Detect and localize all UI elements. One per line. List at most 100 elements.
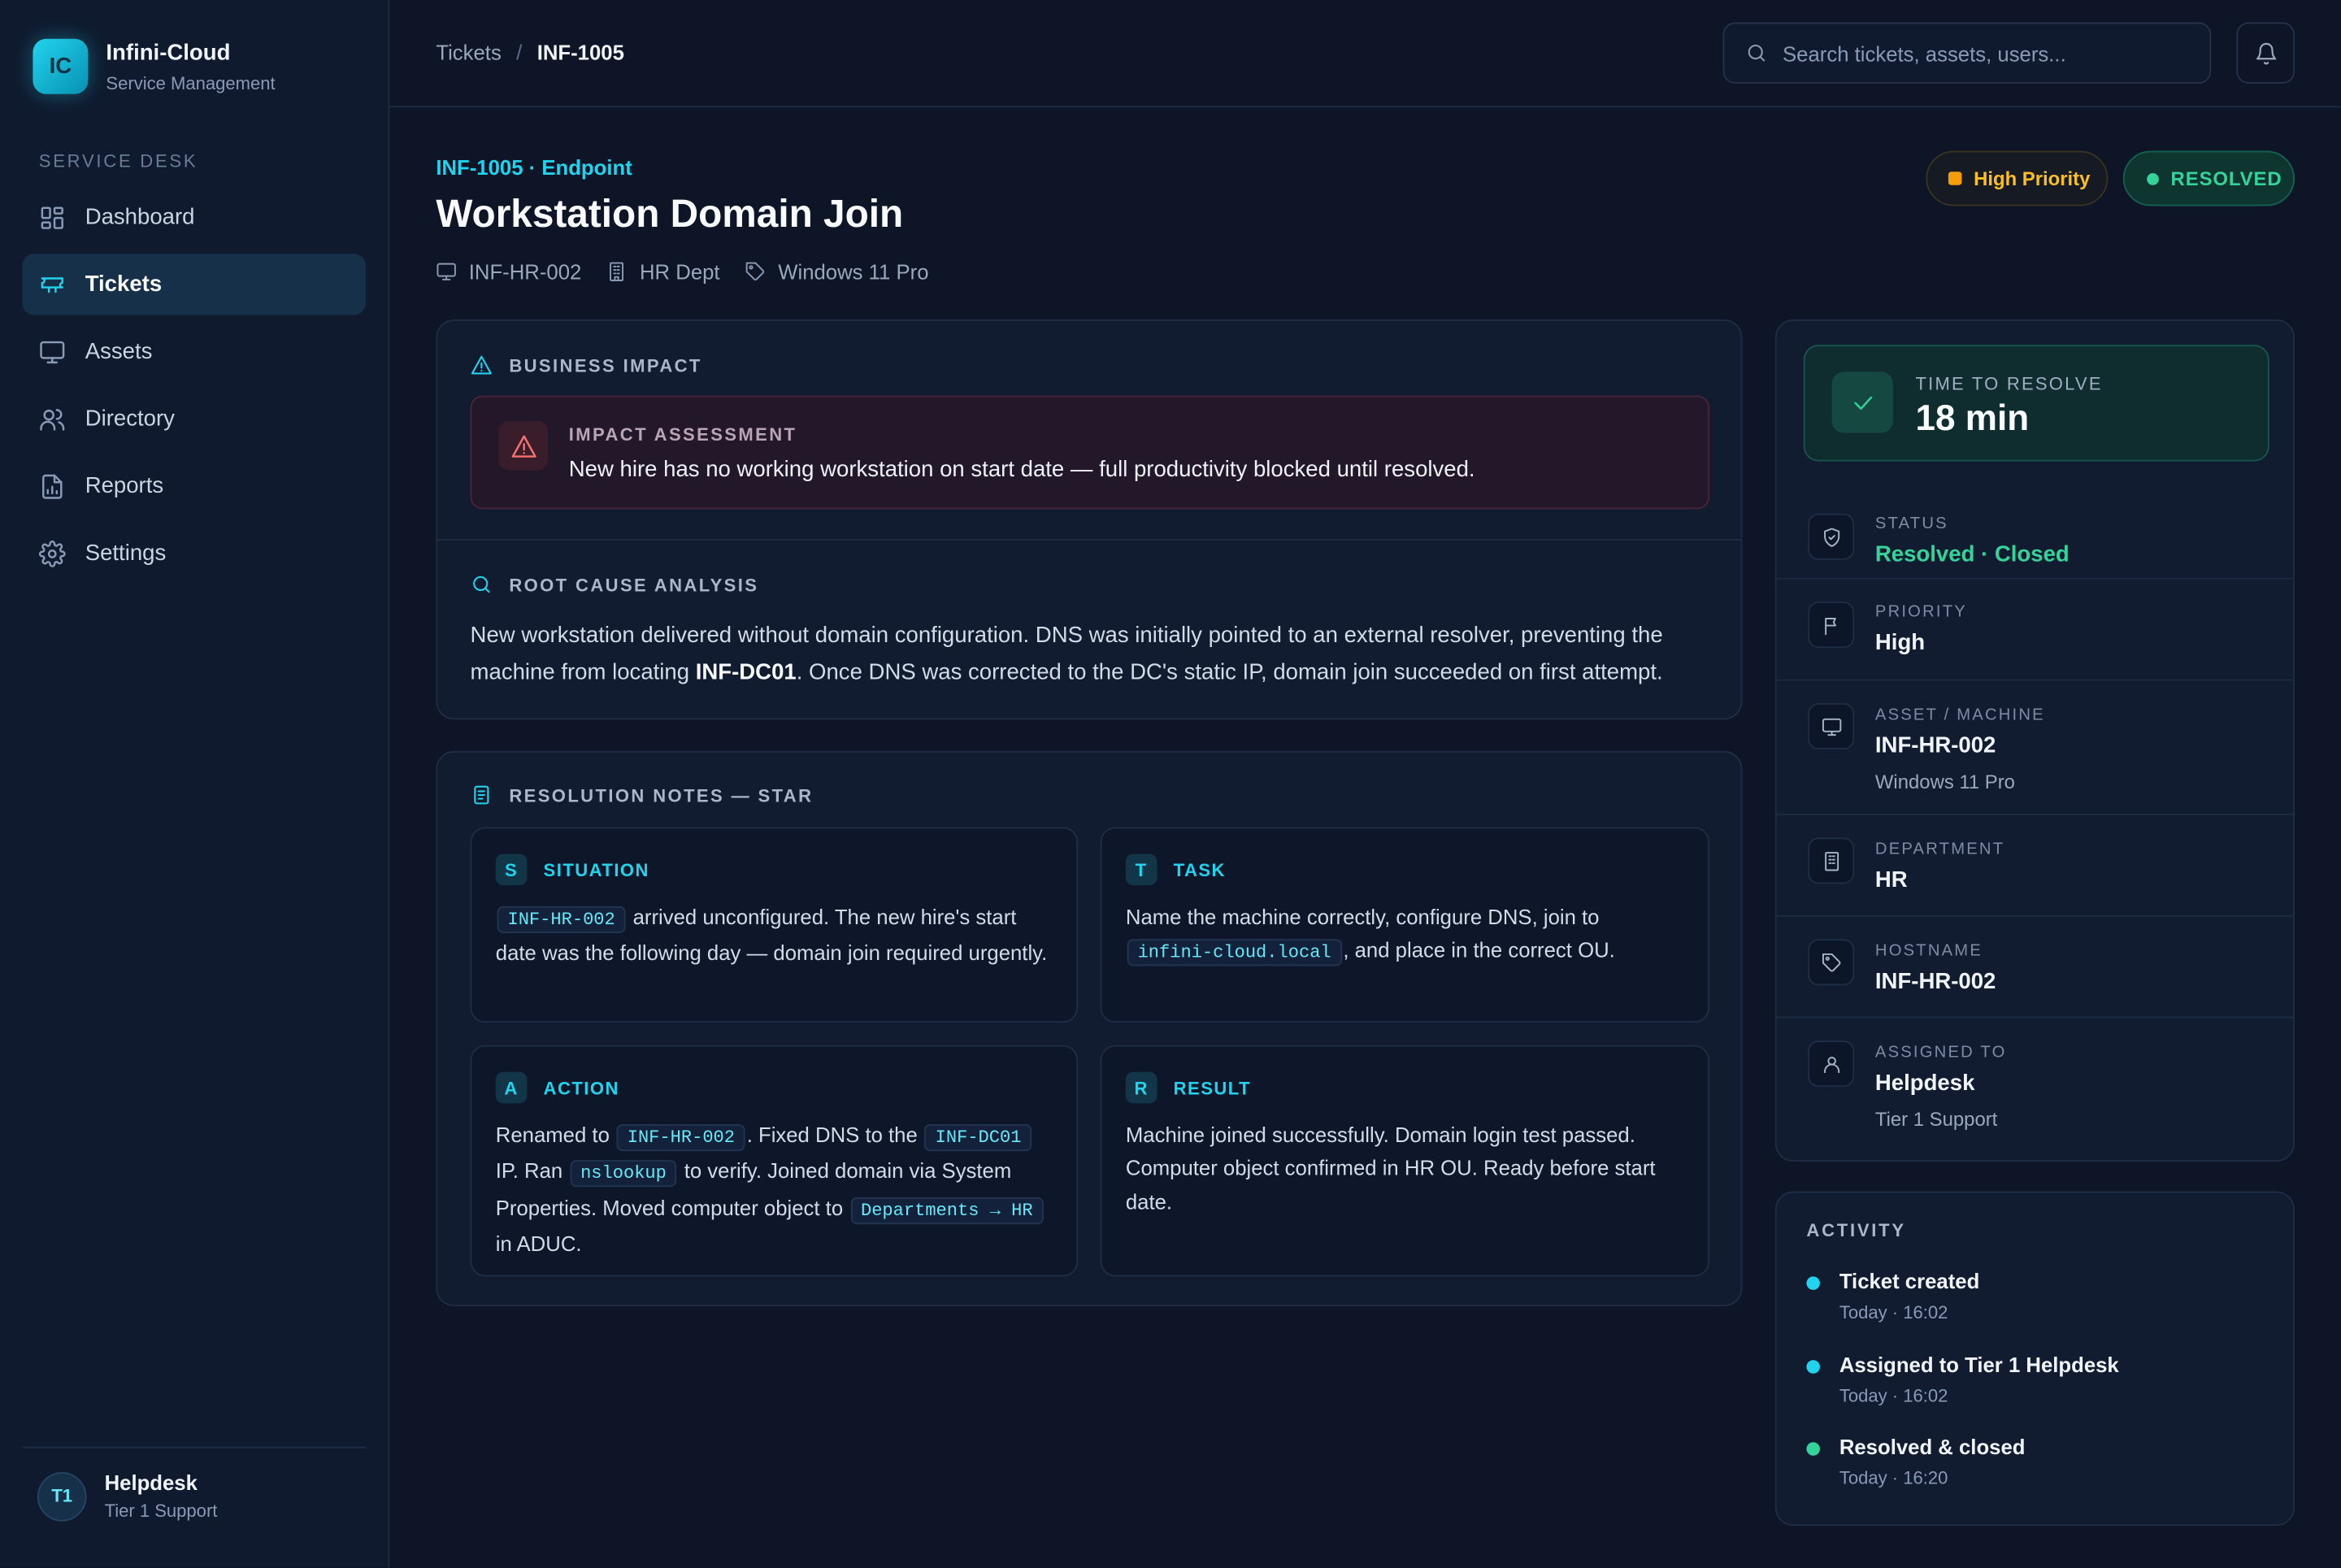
- result-letter: R: [1125, 1071, 1157, 1104]
- priority-square-icon: [1948, 172, 1962, 185]
- status-label: STATUS: [1874, 515, 1948, 533]
- users-icon: [40, 408, 65, 430]
- shield-check-icon: [1823, 527, 1839, 546]
- code-domain: infini-cloud.local: [1127, 939, 1342, 966]
- user-profile[interactable]: T1 Helpdesk Tier 1 Support: [22, 1446, 366, 1522]
- action-text-part: in ADUC.: [495, 1231, 582, 1256]
- priority-badge-label: High Priority: [1974, 167, 2091, 190]
- breadcrumb-tickets[interactable]: Tickets: [436, 41, 501, 64]
- impact-icon-box: [498, 420, 549, 471]
- brand-name: Infini-Cloud: [106, 39, 231, 65]
- building-icon: [1824, 851, 1839, 871]
- root-cause-text-part: . Once DNS was corrected to the DC's sta…: [796, 659, 1663, 686]
- situation-title: SITUATION: [543, 859, 649, 880]
- activity-title: Ticket created: [1839, 1269, 1980, 1293]
- ticket-icon: [41, 276, 63, 293]
- sidebar-item-label: Reports: [85, 473, 164, 499]
- activity-title: Assigned to Tier 1 Helpdesk: [1839, 1353, 2119, 1377]
- ticket-kicker: INF-1005 · Endpoint: [436, 155, 632, 180]
- task-letter: T: [1125, 853, 1157, 886]
- activity-time: Today · 16:20: [1839, 1467, 1948, 1489]
- asset-value[interactable]: INF-HR-002: [1875, 733, 1996, 758]
- sidebar-item-tickets[interactable]: Tickets: [22, 254, 366, 315]
- building-icon-box: [1808, 837, 1855, 884]
- notifications-button[interactable]: [2236, 22, 2295, 84]
- time-to-resolve-label: TIME TO RESOLVE: [1915, 373, 2103, 394]
- activity-dot-icon: [1806, 1276, 1820, 1290]
- action-letter: A: [495, 1071, 528, 1104]
- file-chart-icon: [42, 473, 63, 498]
- action-heading: A ACTION: [495, 1071, 619, 1104]
- assigned-value[interactable]: Helpdesk: [1875, 1071, 1975, 1096]
- sidebar-item-settings[interactable]: Settings: [23, 523, 366, 584]
- resolution-card: RESOLUTION NOTES — STAR S SITUATION INF-H…: [436, 750, 1743, 1307]
- section-divider: [437, 539, 1743, 541]
- app-window: IC Infini-Cloud Service Management SERVI…: [0, 0, 2341, 1568]
- activity-panel: ACTIVITY Ticket created Today · 16:02 As…: [1774, 1191, 2295, 1527]
- status-badge-label: RESOLVED: [2170, 167, 2282, 190]
- breadcrumb-separator: /: [516, 40, 523, 64]
- code-hostname: INF-HR-002: [616, 1124, 745, 1152]
- sidebar-item-dashboard[interactable]: Dashboard: [23, 187, 366, 248]
- action-text-part: IP. Ran: [495, 1158, 569, 1184]
- monitor-icon: [1822, 717, 1841, 736]
- monitor-icon: [40, 340, 65, 363]
- search-input[interactable]: [1783, 41, 2186, 65]
- gear-icon: [38, 540, 66, 567]
- action-text-part: Renamed to: [495, 1123, 616, 1147]
- breadcrumb-current: INF-1005: [536, 40, 624, 64]
- flag-icon: [1824, 617, 1835, 635]
- code-ou-path: Departments → HR: [850, 1197, 1044, 1224]
- user-icon-box: [1808, 1040, 1855, 1088]
- sidebar-item-label: Settings: [85, 540, 167, 567]
- sidebar-item-reports[interactable]: Reports: [23, 455, 366, 516]
- sidebar-nav: Dashboard Tickets Assets Directory Repor…: [22, 187, 366, 590]
- sidebar-item-label: Tickets: [85, 271, 163, 298]
- asset-sub: Windows 11 Pro: [1874, 770, 2015, 793]
- shield-icon-box: [1808, 513, 1855, 560]
- resolution-heading: RESOLUTION NOTES — STAR: [471, 784, 814, 806]
- root-cause-heading-label: ROOT CAUSE ANALYSIS: [509, 574, 759, 595]
- meta-department: HR Dept: [607, 260, 720, 284]
- brand-subtitle: Service Management: [106, 72, 276, 93]
- task-heading: T TASK: [1125, 853, 1226, 886]
- activity-dot-icon: [1806, 1360, 1820, 1374]
- resolution-heading-label: RESOLUTION NOTES — STAR: [509, 784, 814, 806]
- search-icon: [1748, 44, 1766, 62]
- action-text-part: . Fixed DNS to the: [746, 1123, 923, 1147]
- bell-icon: [2256, 41, 2276, 64]
- sidebar-item-assets[interactable]: Assets: [23, 321, 366, 382]
- status-badge: RESOLVED: [2122, 150, 2295, 206]
- brand[interactable]: IC Infini-Cloud Service Management: [33, 38, 276, 94]
- star-result: R RESULT Machine joined successfully. Dom…: [1100, 1045, 1710, 1277]
- sidebar-item-label: Directory: [85, 406, 175, 432]
- root-cause-dc-name: INF-DC01: [695, 659, 797, 686]
- star-action: A ACTION Renamed to INF-HR-002. Fixed DNS…: [470, 1045, 1079, 1277]
- avatar: T1: [37, 1471, 87, 1521]
- task-text-part: Name the machine correctly, configure DN…: [1125, 905, 1600, 929]
- search-box[interactable]: [1722, 22, 2212, 84]
- check-icon-box: [1831, 371, 1893, 433]
- activity-dot-icon: [1806, 1442, 1820, 1456]
- business-impact-heading: BUSINESS IMPACT: [471, 354, 702, 376]
- prop-assigned: ASSIGNED TO Helpdesk Tier 1 Support: [1776, 1016, 2294, 1160]
- prop-status: STATUS Resolved · Closed: [1777, 485, 2293, 589]
- situation-letter: S: [495, 853, 528, 886]
- meta-os: Windows 11 Pro: [745, 260, 929, 284]
- monitor-icon: [436, 263, 456, 280]
- situation-heading: S SITUATION: [495, 853, 649, 886]
- impact-text: New hire has no working workstation on s…: [568, 457, 1475, 483]
- tag-icon-box: [1808, 939, 1855, 986]
- ticket-meta: INF-HR-002 HR Dept Windows 11 Pro: [436, 260, 953, 284]
- sidebar-item-directory[interactable]: Directory: [23, 389, 366, 450]
- status-value: Resolved · Closed: [1874, 541, 2070, 567]
- hostname-value: INF-HR-002: [1874, 969, 1996, 995]
- document-icon: [474, 785, 489, 805]
- root-cause-heading: ROOT CAUSE ANALYSIS: [471, 573, 759, 596]
- task-text-part: , and place in the correct OU.: [1343, 937, 1615, 962]
- grid-icon: [41, 206, 63, 228]
- analysis-card: BUSINESS IMPACT IMPACT ASSESSMENT New hi…: [436, 319, 1743, 720]
- priority-badge: High Priority: [1926, 150, 2109, 206]
- prop-priority: PRIORITY High: [1776, 577, 2294, 681]
- activity-time: Today · 16:02: [1839, 1301, 1948, 1323]
